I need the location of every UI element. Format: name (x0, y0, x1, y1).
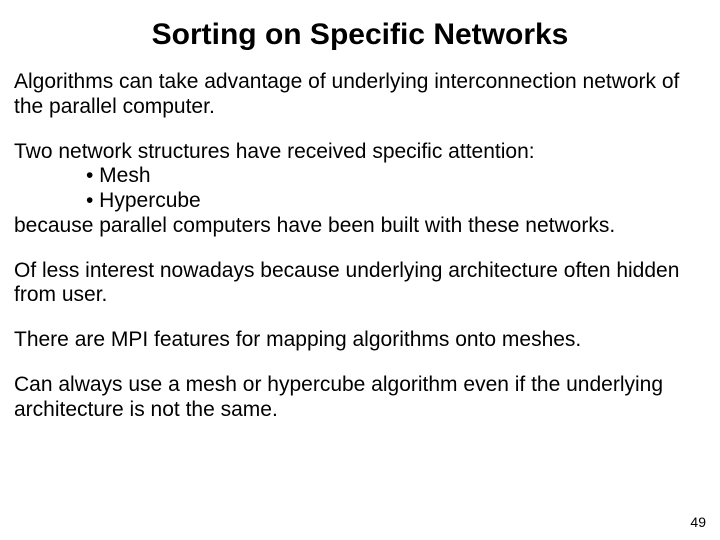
paragraph-intro: Algorithms can take advantage of underly… (14, 70, 706, 120)
bullet-outro: because parallel computers have been bui… (14, 214, 706, 239)
slide-title: Sorting on Specific Networks (14, 18, 706, 52)
slide: Sorting on Specific Networks Algorithms … (0, 0, 720, 540)
bullet-item-hypercube: • Hypercube (14, 189, 706, 214)
bullet-block: Two network structures have received spe… (14, 140, 706, 239)
bullet-intro: Two network structures have received spe… (14, 140, 706, 165)
paragraph-less-interest: Of less interest nowadays because underl… (14, 259, 706, 309)
bullet-item-mesh: • Mesh (14, 164, 706, 189)
page-number: 49 (690, 514, 706, 530)
paragraph-can-always: Can always use a mesh or hypercube algor… (14, 373, 706, 423)
paragraph-mpi: There are MPI features for mapping algor… (14, 328, 706, 353)
